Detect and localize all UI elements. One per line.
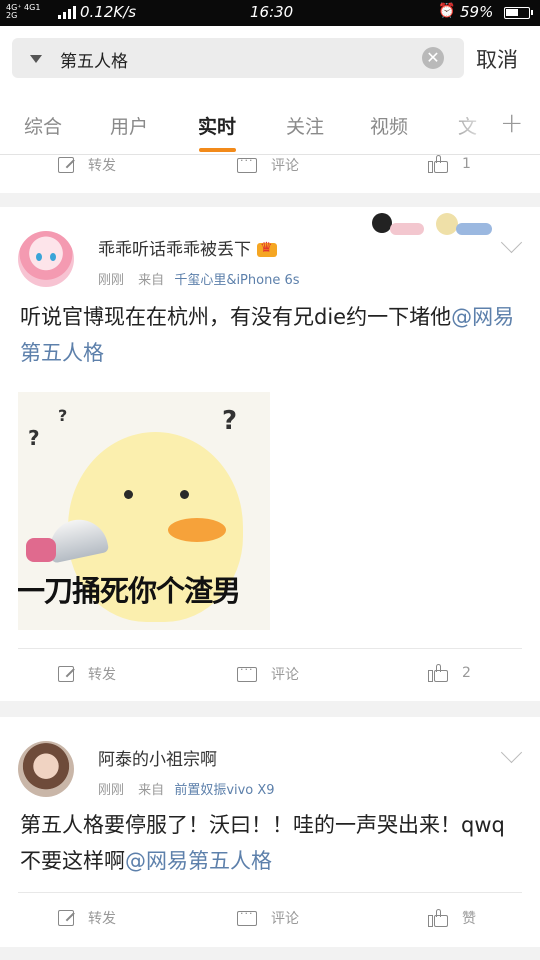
divider [18, 892, 522, 893]
forward-label: 转发 [88, 667, 116, 683]
anime-decoration-icon [368, 209, 428, 243]
dropdown-arrow-icon[interactable] [30, 55, 42, 63]
post-meta: 刚刚 来自 千玺心里&iPhone 6s [98, 269, 300, 288]
post-time: 刚刚 [98, 783, 125, 798]
post-body: 听说官博现在在杭州，有没有兄die约一下堵他 [20, 305, 452, 329]
tab-following[interactable]: 关注 [286, 112, 324, 139]
network-speed: 0.12K/s [80, 3, 137, 21]
post-from: 来自 [138, 273, 165, 288]
tab-bar: 综合 用户 实时 关注 视频 文 + [0, 92, 540, 155]
username-text: 乖乖听话乖乖被丢下 [98, 240, 251, 260]
tab-realtime[interactable]: 实时 [198, 112, 237, 152]
post-actions: 转发 评论 赞 [0, 894, 540, 944]
sticker-caption: 一刀捅死你个渣男 [18, 574, 241, 608]
comment-button[interactable]: 评论 [237, 663, 299, 684]
tab-users[interactable]: 用户 [110, 112, 148, 139]
thumbs-up-icon [428, 664, 448, 682]
thumbs-up-icon [428, 909, 448, 927]
like-label: 赞 [462, 911, 476, 927]
search-query[interactable]: 第五人格 [60, 47, 128, 72]
signal-bars-icon [58, 6, 76, 19]
tab-general[interactable]: 综合 [24, 112, 62, 139]
tab-fade [444, 92, 494, 152]
tab-video[interactable]: 视频 [370, 112, 408, 139]
post-source[interactable]: 前置奴振vivo X9 [174, 783, 274, 798]
chevron-down-icon[interactable] [500, 231, 523, 254]
comment-label: 评论 [271, 158, 299, 174]
comment-label: 评论 [271, 667, 299, 683]
forward-button[interactable]: 转发 [58, 155, 116, 175]
cancel-button[interactable]: 取消 [476, 44, 518, 74]
tab-realtime-label: 实时 [198, 116, 237, 138]
chevron-down-icon[interactable] [500, 741, 523, 764]
forward-icon [58, 910, 74, 926]
post-time: 刚刚 [98, 273, 125, 288]
forward-icon [58, 666, 74, 682]
battery-icon [504, 7, 533, 19]
comment-button[interactable]: 评论 [237, 154, 299, 175]
username[interactable]: 阿泰的小祖宗啊 [98, 745, 217, 770]
like-button[interactable]: 1 [428, 155, 471, 173]
post-text: 听说官博现在在杭州，有没有兄die约一下堵他@网易第五人格 [20, 299, 520, 371]
comment-icon [237, 663, 257, 682]
comment-icon [237, 907, 257, 926]
signal-indicator: 4G⁺ 4G1 2G [6, 3, 41, 20]
like-button[interactable]: 赞 [428, 908, 476, 928]
comment-button[interactable]: 评论 [237, 907, 299, 928]
like-count: 2 [462, 665, 471, 681]
search-input[interactable]: 第五人格 ✕ [12, 38, 464, 78]
forward-button[interactable]: 转发 [58, 664, 116, 684]
post-card: 阿泰的小祖宗啊 刚刚 来自 前置奴振vivo X9 第五人格要停服了！沃曰！！哇… [0, 717, 540, 947]
knife-icon [26, 514, 110, 566]
post-actions: 转发 评论 2 [0, 650, 540, 700]
comment-icon [237, 154, 257, 173]
forward-label: 转发 [88, 911, 116, 927]
like-button[interactable]: 2 [428, 664, 471, 682]
post-from: 来自 [138, 783, 165, 798]
add-tab-icon[interactable]: + [500, 106, 523, 139]
divider [18, 648, 522, 649]
search-header: 第五人格 ✕ [0, 26, 540, 92]
status-bar: 4G⁺ 4G1 2G 0.12K/s 16:30 ⏰ 59% [0, 0, 540, 26]
like-count: 1 [462, 156, 471, 172]
post-meta: 刚刚 来自 前置奴振vivo X9 [98, 779, 275, 798]
avatar[interactable] [18, 231, 74, 287]
mention-link[interactable]: @网易第五人格 [125, 849, 272, 873]
previous-post-actions: 转发 评论 1 [0, 154, 540, 193]
vip-crown-icon [257, 240, 277, 257]
post-image[interactable]: ? ? ? 一刀捅死你个渣男 [18, 392, 270, 630]
clock: 16:30 [250, 3, 294, 21]
alarm-clock-icon: ⏰ [438, 3, 456, 19]
forward-icon [58, 157, 74, 173]
comment-label: 评论 [271, 911, 299, 927]
clear-icon[interactable]: ✕ [422, 47, 444, 69]
username[interactable]: 乖乖听话乖乖被丢下 [98, 235, 277, 260]
post-source[interactable]: 千玺心里&iPhone 6s [174, 273, 299, 288]
anime-decoration-icon-2 [432, 209, 496, 243]
post-text: 第五人格要停服了！沃曰！！哇的一声哭出来！qwq不要这样啊@网易第五人格 [20, 807, 520, 879]
battery-percent: 59% [460, 3, 494, 21]
active-tab-indicator [199, 148, 236, 152]
avatar[interactable] [18, 741, 74, 797]
forward-button[interactable]: 转发 [58, 908, 116, 928]
forward-label: 转发 [88, 158, 116, 174]
thumbs-up-icon [428, 155, 448, 173]
